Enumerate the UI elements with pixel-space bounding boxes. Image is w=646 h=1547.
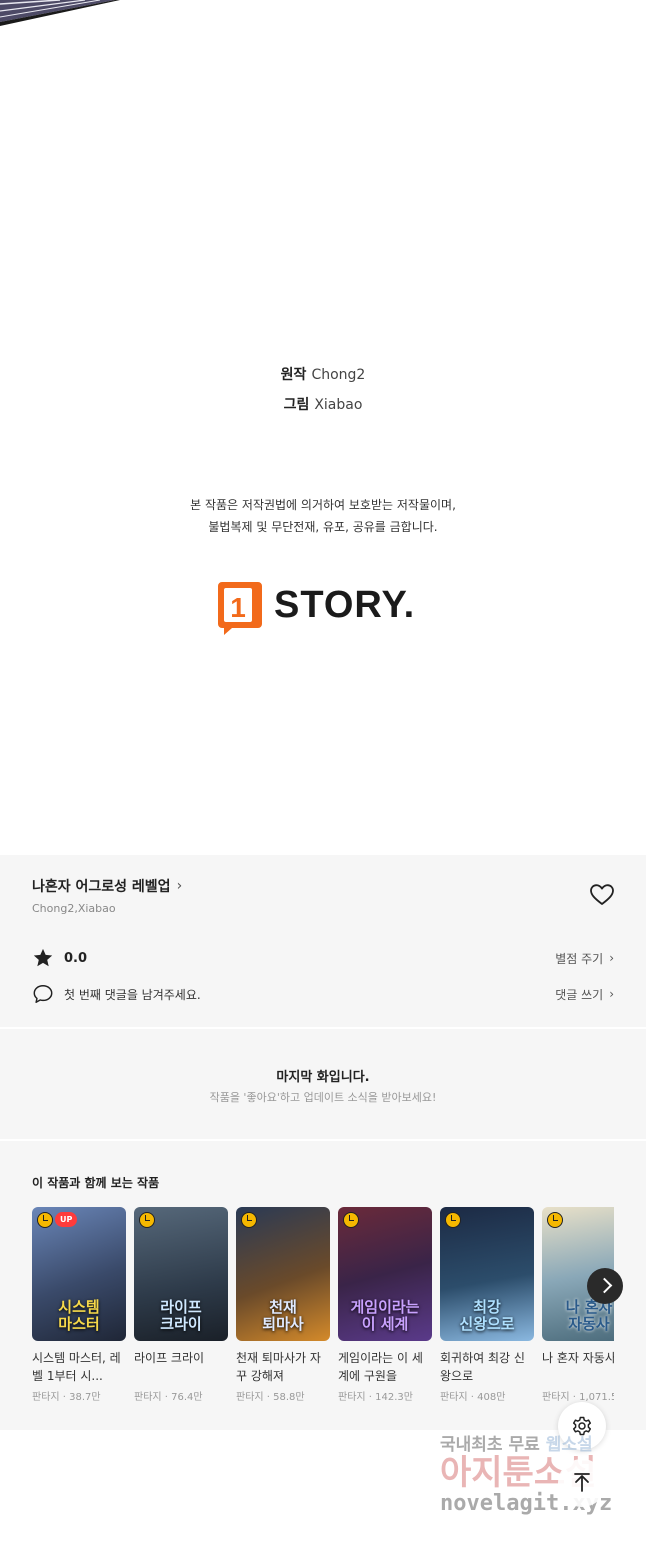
credit-art: 그림 Xiabao bbox=[0, 394, 646, 424]
recommendations-section: 이 작품과 함께 보는 작품 UP 시스템 마스터 시스템 마스터, 레벨 1부… bbox=[0, 1141, 646, 1430]
recommendation-meta: 판타지 · 58.8만 bbox=[236, 1392, 305, 1403]
credit-original: 원작 Chong2 bbox=[0, 364, 646, 394]
recommendation-title: 천재 퇴마사가 자꾸 강해져 bbox=[236, 1351, 321, 1383]
comment-prompt[interactable]: 첫 번째 댓글을 남겨주세요. bbox=[64, 986, 201, 1003]
series-title: 나혼자 어그로성 레벨업 bbox=[32, 879, 171, 895]
arrow-up-icon bbox=[574, 1473, 590, 1492]
series-info-panel: 나혼자 어그로성 레벨업 › Chong2,Xiabao 0.0 별점 주기 ›… bbox=[0, 855, 646, 1027]
chevron-right-icon: › bbox=[176, 878, 183, 894]
scroll-to-top-button[interactable] bbox=[558, 1459, 606, 1507]
comic-panel-edge bbox=[0, 0, 120, 26]
recommendation-card[interactable]: 천재 퇴마사 천재 퇴마사가 자꾸 강해져 판타지 · 58.8만 bbox=[236, 1207, 330, 1403]
recommendation-thumbnail: 천재 퇴마사 bbox=[236, 1207, 330, 1341]
recommendation-title: 나 혼자 자동사 bbox=[542, 1351, 614, 1365]
recommendation-meta: 판타지 · 408만 bbox=[440, 1392, 506, 1403]
credit-art-label: 그림 bbox=[283, 397, 310, 413]
copyright-line-2: 불법복제 및 무단전재, 유포, 공유를 금합니다. bbox=[208, 520, 438, 534]
recommendation-card[interactable]: 라이프 크라이 라이프 크라이 판타지 · 76.4만 bbox=[134, 1207, 228, 1403]
recommendation-meta: 판타지 · 142.3만 bbox=[338, 1392, 413, 1403]
recommendation-thumbnail: UP 시스템 마스터 bbox=[32, 1207, 126, 1341]
chevron-right-icon: › bbox=[609, 951, 614, 965]
last-episode-subtitle: 작품을 '좋아요'하고 업데이트 소식을 받아보세요! bbox=[209, 1091, 437, 1104]
rate-button-label: 별점 주기 bbox=[555, 951, 604, 966]
comment-icon bbox=[33, 985, 53, 1003]
write-comment-button[interactable]: 댓글 쓰기 › bbox=[555, 986, 614, 1003]
recommendation-thumbnail: 게임이라는 이 세계 bbox=[338, 1207, 432, 1341]
credit-art-value: Xiabao bbox=[314, 397, 363, 413]
copyright-line-1: 본 작품은 저작권법에 의거하여 보호받는 저작물이며, bbox=[190, 498, 456, 512]
write-comment-label: 댓글 쓰기 bbox=[555, 987, 604, 1002]
recommendation-meta: 판타지 · 76.4만 bbox=[134, 1392, 203, 1403]
cover-art-text: 시스템 마스터 bbox=[58, 1298, 100, 1333]
credits-block: 원작 Chong2 그림 Xiabao bbox=[0, 364, 646, 424]
up-badge: UP bbox=[55, 1212, 78, 1227]
recommendation-card[interactable]: UP 시스템 마스터 시스템 마스터, 레벨 1부터 시... 판타지 · 38… bbox=[32, 1207, 126, 1403]
recommendation-card[interactable]: 나 혼자 자동사 나 혼자 자동사 판타지 · 1,071.5 bbox=[542, 1207, 614, 1403]
last-episode-notice: 마지막 화입니다. 작품을 '좋아요'하고 업데이트 소식을 받아보세요! bbox=[0, 1029, 646, 1139]
brand-name: STORY. bbox=[274, 584, 416, 626]
rating-value: 0.0 bbox=[64, 950, 88, 966]
cover-art-text: 나 혼자 자동사 bbox=[565, 1298, 613, 1333]
clock-icon bbox=[547, 1212, 563, 1228]
cover-art-text: 게임이라는 이 세계 bbox=[350, 1298, 420, 1333]
credit-original-label: 원작 bbox=[280, 367, 307, 383]
cover-art-text: 천재 퇴마사 bbox=[262, 1298, 304, 1333]
clock-icon bbox=[343, 1212, 359, 1228]
recommendation-title: 회귀하여 최강 신왕으로 bbox=[440, 1351, 525, 1383]
series-authors: Chong2,Xiabao bbox=[32, 902, 116, 915]
recommendation-card[interactable]: 최강 신왕으로 회귀하여 최강 신왕으로 판타지 · 408만 bbox=[440, 1207, 534, 1403]
copyright-notice: 본 작품은 저작권법에 의거하여 보호받는 저작물이며, 불법복제 및 무단전재… bbox=[0, 494, 646, 538]
recommendation-thumbnail: 최강 신왕으로 bbox=[440, 1207, 534, 1341]
brand-badge-icon: 1 bbox=[218, 582, 262, 635]
recommendation-thumbnail: 라이프 크라이 bbox=[134, 1207, 228, 1341]
recommendation-title: 게임이라는 이 세계에 구원을 bbox=[338, 1351, 423, 1383]
recommendation-card[interactable]: 게임이라는 이 세계 게임이라는 이 세계에 구원을 판타지 · 142.3만 bbox=[338, 1207, 432, 1403]
cover-art-text: 최강 신왕으로 bbox=[459, 1298, 515, 1333]
clock-icon bbox=[445, 1212, 461, 1228]
brand-badge-number: 1 bbox=[230, 592, 246, 623]
settings-button[interactable] bbox=[558, 1402, 606, 1450]
brand-logo: 1 STORY. bbox=[218, 580, 438, 636]
recommendation-title: 라이프 크라이 bbox=[134, 1351, 205, 1365]
rate-button[interactable]: 별점 주기 › bbox=[555, 950, 614, 967]
clock-icon bbox=[37, 1212, 53, 1228]
comment-row: 첫 번째 댓글을 남겨주세요. 댓글 쓰기 › bbox=[32, 982, 614, 1006]
recommendation-title: 시스템 마스터, 레벨 1부터 시... bbox=[32, 1351, 121, 1383]
last-episode-title: 마지막 화입니다. bbox=[276, 1070, 370, 1085]
comic-viewer: 원작 Chong2 그림 Xiabao 본 작품은 저작권법에 의거하여 보호받는 … bbox=[0, 0, 646, 850]
recommendations-heading: 이 작품과 함께 보는 작품 bbox=[32, 1176, 160, 1190]
rating-row: 0.0 별점 주기 › bbox=[32, 946, 614, 970]
gear-icon bbox=[572, 1416, 592, 1436]
heart-icon[interactable] bbox=[589, 883, 615, 907]
star-icon bbox=[33, 948, 53, 967]
clock-icon bbox=[139, 1212, 155, 1228]
recommendations-list: UP 시스템 마스터 시스템 마스터, 레벨 1부터 시... 판타지 · 38… bbox=[32, 1207, 614, 1417]
chevron-right-icon: › bbox=[609, 987, 614, 1001]
series-title-link[interactable]: 나혼자 어그로성 레벨업 › bbox=[32, 876, 182, 896]
carousel-next-button[interactable] bbox=[587, 1268, 623, 1304]
recommendation-meta: 판타지 · 1,071.5 bbox=[542, 1392, 614, 1403]
credit-original-value: Chong2 bbox=[311, 367, 366, 383]
recommendation-meta: 판타지 · 38.7만 bbox=[32, 1392, 101, 1403]
clock-icon bbox=[241, 1212, 257, 1228]
cover-art-text: 라이프 크라이 bbox=[160, 1298, 202, 1333]
